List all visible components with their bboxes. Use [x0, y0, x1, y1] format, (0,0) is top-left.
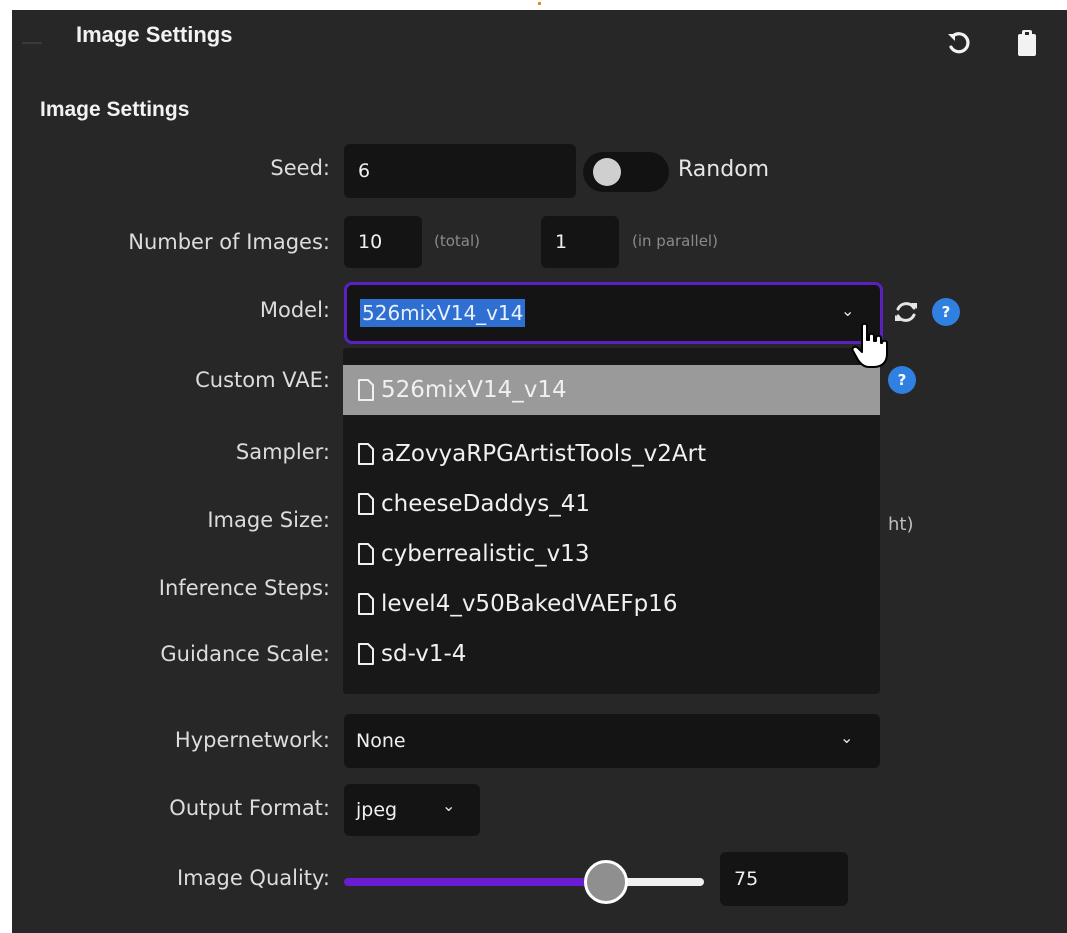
model-selected-text: 526mixV14_v14: [360, 299, 526, 327]
custom-vae-label: Custom VAE:: [195, 368, 330, 392]
hypernetwork-value: None: [356, 730, 406, 752]
file-icon: [358, 543, 374, 565]
parallel-hint: (in parallel): [632, 232, 718, 250]
model-dropdown-list: 526mixV14_v14 aZovyaRPGArtistTools_v2Art…: [343, 348, 880, 694]
quality-slider-fill[interactable]: [344, 878, 604, 886]
model-option[interactable]: aZovyaRPGArtistTools_v2Art: [343, 429, 880, 479]
file-icon: [358, 443, 374, 465]
file-icon: [358, 493, 374, 515]
output-format-select[interactable]: jpeg ⌄: [344, 784, 480, 836]
random-toggle-label: Random: [678, 157, 770, 182]
model-option-label: cheeseDaddys_41: [381, 491, 591, 517]
file-icon: [358, 643, 374, 665]
model-help-icon[interactable]: ?: [932, 298, 960, 326]
file-icon: [358, 593, 374, 615]
hypernetwork-select[interactable]: None ⌄: [344, 714, 880, 768]
guidance-scale-label: Guidance Scale:: [160, 642, 330, 666]
hand-cursor-icon: [851, 322, 888, 368]
output-format-value: jpeg: [356, 799, 398, 821]
panel-header-title: Image Settings: [76, 22, 233, 47]
image-size-hint-fragment: ht): [888, 514, 914, 535]
refresh-models-icon[interactable]: [892, 298, 920, 326]
sampler-label: Sampler:: [235, 440, 330, 464]
undo-icon[interactable]: [944, 28, 974, 58]
toggle-knob: [593, 158, 621, 186]
image-quality-label: Image Quality:: [176, 866, 330, 890]
image-quality-input[interactable]: 75: [720, 852, 848, 906]
seed-input[interactable]: 6: [344, 144, 576, 198]
stray-pixel: [538, 2, 541, 5]
model-option[interactable]: cheeseDaddys_41: [343, 479, 880, 529]
model-option-label: aZovyaRPGArtistTools_v2Art: [381, 441, 707, 467]
num-images-parallel-input[interactable]: 1: [541, 216, 619, 268]
seed-label: Seed:: [270, 156, 330, 180]
clipboard-icon[interactable]: [1012, 28, 1042, 58]
model-option-label: level4_v50BakedVAEFp16: [381, 591, 678, 617]
chevron-down-icon: ⌄: [841, 301, 855, 320]
panel-header[interactable]: Image Settings: [12, 10, 1067, 72]
image-settings-panel: Image Settings Image Settings Seed: 6 Ra…: [12, 10, 1067, 933]
num-images-label: Number of Images:: [128, 230, 330, 254]
vae-help-icon[interactable]: ?: [888, 366, 916, 394]
model-option[interactable]: sd-v1-4: [343, 629, 880, 679]
total-hint: (total): [434, 232, 481, 250]
collapse-indicator: [22, 42, 42, 44]
quality-slider-thumb[interactable]: [584, 860, 628, 904]
image-size-label: Image Size:: [207, 508, 330, 532]
num-images-total-input[interactable]: 10: [344, 216, 422, 268]
model-option-label: 526mixV14_v14: [381, 377, 567, 403]
file-icon: [358, 379, 374, 401]
chevron-down-icon: ⌄: [840, 728, 854, 747]
model-option-label: sd-v1-4: [381, 641, 467, 667]
model-select[interactable]: 526mixV14_v14 ⌄: [344, 282, 883, 344]
model-option-label: cyberrealistic_v13: [381, 541, 590, 567]
model-option[interactable]: cyberrealistic_v13: [343, 529, 880, 579]
chevron-down-icon: ⌄: [442, 796, 456, 815]
random-seed-toggle[interactable]: [583, 152, 669, 192]
model-label: Model:: [259, 298, 330, 322]
model-option[interactable]: 526mixV14_v14: [343, 365, 880, 415]
model-option[interactable]: level4_v50BakedVAEFp16: [343, 579, 880, 629]
hypernetwork-label: Hypernetwork:: [174, 728, 330, 752]
inference-steps-label: Inference Steps:: [158, 576, 330, 600]
section-title: Image Settings: [40, 98, 190, 121]
output-format-label: Output Format:: [169, 796, 330, 820]
